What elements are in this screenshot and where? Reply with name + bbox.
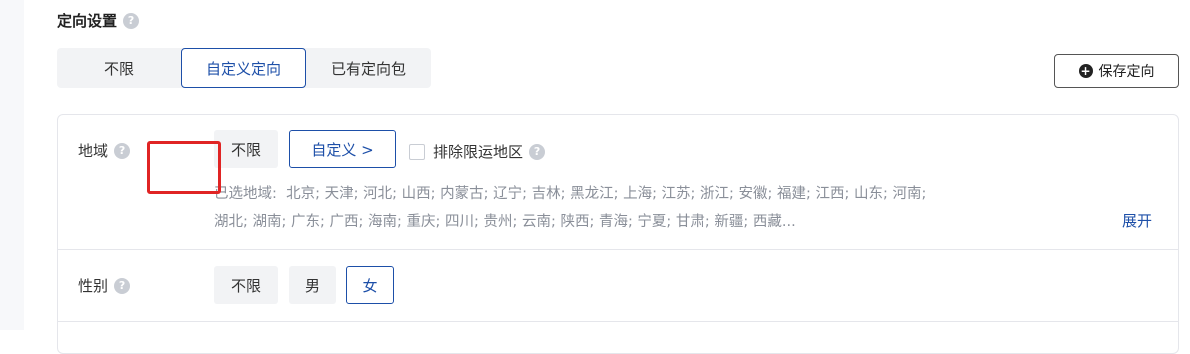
- help-icon[interactable]: ?: [114, 277, 131, 294]
- mode-package-button[interactable]: 已有定向包: [306, 48, 431, 88]
- targeting-panel: 地域 ? 不限 自定义 > 排除限运地区 ? 已选地域: 北京; 天津; 河北;…: [57, 114, 1179, 354]
- expand-link[interactable]: 展开: [1122, 210, 1152, 231]
- plus-circle-icon: +: [1078, 64, 1093, 78]
- help-icon[interactable]: ?: [529, 143, 546, 160]
- mode-custom-button[interactable]: 自定义定向: [181, 48, 306, 88]
- exclude-checkbox[interactable]: [409, 143, 425, 160]
- save-targeting-button[interactable]: + 保存定向: [1054, 54, 1179, 88]
- exclude-label: 排除限运地区: [433, 143, 524, 161]
- region-label: 地域: [78, 142, 109, 160]
- exclude-restricted-regions[interactable]: 排除限运地区 ?: [409, 141, 546, 162]
- help-icon[interactable]: ?: [123, 12, 140, 29]
- divider: [58, 249, 1178, 250]
- section-title: 定向设置: [57, 12, 118, 30]
- section-header: 定向设置 ?: [57, 10, 140, 31]
- mode-unlimited-button[interactable]: 不限: [57, 48, 181, 88]
- region-unlimited-button[interactable]: 不限: [214, 130, 278, 168]
- gender-label: 性别: [78, 277, 109, 295]
- help-icon[interactable]: ?: [114, 142, 131, 159]
- targeting-mode-selector: 不限 自定义定向 已有定向包: [57, 48, 431, 88]
- selected-regions-line-1: 已选地域: 北京; 天津; 河北; 山西; 内蒙古; 辽宁; 吉林; 黑龙江; …: [214, 180, 1114, 208]
- gender-female-button[interactable]: 女: [346, 266, 394, 304]
- gender-unlimited-button[interactable]: 不限: [214, 266, 278, 304]
- region-custom-button[interactable]: 自定义 >: [289, 130, 396, 168]
- save-targeting-label: 保存定向: [1098, 64, 1155, 80]
- gender-male-button[interactable]: 男: [289, 266, 336, 304]
- selected-regions: 已选地域: 北京; 天津; 河北; 山西; 内蒙古; 辽宁; 吉林; 黑龙江; …: [214, 180, 1114, 236]
- selected-regions-prefix: 已选地域:: [214, 186, 277, 202]
- left-gutter: [0, 0, 24, 330]
- selected-regions-list-2: 湖北; 湖南; 广东; 广西; 海南; 重庆; 四川; 贵州; 云南; 陕西; …: [214, 214, 796, 230]
- region-label-wrap: 地域 ?: [78, 140, 131, 161]
- divider: [58, 321, 1178, 322]
- selected-regions-list-1: 北京; 天津; 河北; 山西; 内蒙古; 辽宁; 吉林; 黑龙江; 上海; 江苏…: [286, 186, 927, 202]
- gender-label-wrap: 性别 ?: [78, 275, 131, 296]
